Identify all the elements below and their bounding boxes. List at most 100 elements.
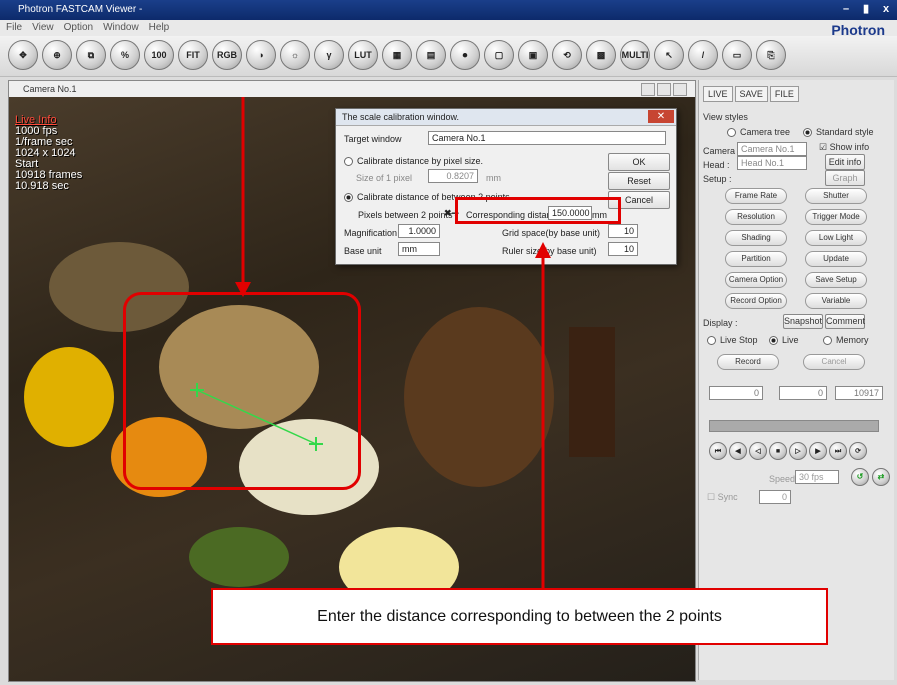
record-cancel-button[interactable]: Cancel	[803, 354, 865, 370]
multi-lock-button[interactable]: MULTI	[620, 40, 650, 70]
viewer-minimize-button[interactable]	[641, 83, 655, 96]
memory-radio[interactable]	[823, 336, 832, 346]
edit-info-button[interactable]: Edit info	[825, 154, 865, 170]
percent-button[interactable]: %	[110, 40, 140, 70]
shading-button[interactable]: Shading	[725, 230, 787, 246]
sync-field[interactable]: 0	[759, 490, 791, 504]
standard-style-option[interactable]: Standard style	[803, 127, 874, 138]
option-pixel-size[interactable]: Calibrate distance by pixel size.	[344, 156, 484, 167]
ruler-button[interactable]: ▭	[722, 40, 752, 70]
gamma-button[interactable]: γ	[314, 40, 344, 70]
magnification-field[interactable]: 1.0000	[398, 224, 440, 238]
head-select[interactable]: Head No.1	[737, 156, 807, 170]
menu-window[interactable]: Window	[103, 20, 139, 36]
rgb-button[interactable]: RGB	[212, 40, 242, 70]
save-setup-button[interactable]: Save Setup	[805, 272, 867, 288]
frame-current-field[interactable]: 0	[779, 386, 827, 400]
pen-button[interactable]: /	[688, 40, 718, 70]
size-pixel-field[interactable]: 0.8207	[428, 169, 478, 183]
camera-tree-option[interactable]: Camera tree	[727, 127, 790, 138]
base-unit-select[interactable]: mm	[398, 242, 440, 256]
standard-style-label: Standard style	[816, 127, 874, 137]
comment-button[interactable]: Comment	[825, 314, 865, 329]
repeat-icon[interactable]: ↺	[851, 468, 869, 486]
pixel-size-radio[interactable]	[344, 157, 353, 167]
show-info-checkbox[interactable]: ☑ Show info	[819, 142, 869, 153]
live-stop-radio[interactable]	[707, 336, 716, 346]
frame-rate-button[interactable]: Frame Rate	[725, 188, 787, 204]
skip-start-icon[interactable]: ⏮	[709, 442, 727, 460]
camera-option-button[interactable]: Camera Option	[725, 272, 787, 288]
color-bar-button[interactable]: ▦	[382, 40, 412, 70]
camera-tree-radio[interactable]	[727, 128, 736, 138]
grid-space-field[interactable]: 10	[608, 224, 638, 238]
memory-option[interactable]: Memory	[823, 335, 869, 346]
zoom-button[interactable]: ⊕	[42, 40, 72, 70]
tab-file[interactable]: FILE	[769, 86, 799, 102]
ruler-size-field[interactable]: 10	[608, 242, 638, 256]
trigger-mode-button[interactable]: Trigger Mode	[805, 209, 867, 225]
graph-button[interactable]: Graph	[825, 170, 865, 186]
low-light-button[interactable]: Low Light	[805, 230, 867, 246]
shutter-button[interactable]: Shutter	[805, 188, 867, 204]
update-button[interactable]: Update	[805, 251, 867, 267]
maximize-button[interactable]: ▮	[859, 2, 873, 16]
close-button[interactable]: x	[879, 2, 893, 16]
dialog-close-button[interactable]: ✕	[648, 110, 674, 123]
reset-button[interactable]: ▤	[416, 40, 446, 70]
cursor-button[interactable]: ↖	[654, 40, 684, 70]
playback-slider[interactable]	[709, 420, 879, 432]
stop-icon[interactable]: ■	[769, 442, 787, 460]
zoom-100-button[interactable]: 100	[144, 40, 174, 70]
camera-select[interactable]: Camera No.1	[737, 142, 807, 156]
frame-start-field[interactable]: 0	[709, 386, 763, 400]
print-button[interactable]: ⎘	[756, 40, 786, 70]
lut-reset-button[interactable]: LUT	[348, 40, 378, 70]
partition-button[interactable]: Partition	[725, 251, 787, 267]
grid-button[interactable]: ▣	[518, 40, 548, 70]
standard-style-radio[interactable]	[803, 128, 812, 138]
frame-button[interactable]: ▢	[484, 40, 514, 70]
frame-end-field[interactable]: 10917	[835, 386, 883, 400]
two-points-radio[interactable]	[344, 193, 353, 203]
menu-option[interactable]: Option	[64, 20, 93, 36]
step-forward-icon[interactable]: ▶	[809, 442, 827, 460]
step-back-icon[interactable]: ◀	[729, 442, 747, 460]
viewer-close-button[interactable]	[673, 83, 687, 96]
record-button[interactable]: Record	[717, 354, 779, 370]
tab-save[interactable]: SAVE	[734, 86, 768, 102]
menu-file[interactable]: File	[6, 20, 22, 36]
minimize-button[interactable]: –	[839, 2, 853, 16]
panel-tabs: LIVE SAVE FILE	[703, 86, 799, 102]
rotate-button[interactable]: ⟲	[552, 40, 582, 70]
live-radio[interactable]	[769, 336, 778, 346]
sync-checkbox[interactable]: ☐ Sync	[707, 492, 738, 503]
skip-end-icon[interactable]: ⏭	[829, 442, 847, 460]
pattern-button[interactable]: ▩	[586, 40, 616, 70]
loop-icon[interactable]: ⟳	[849, 442, 867, 460]
contrast-button[interactable]: ◑	[246, 40, 276, 70]
live-option[interactable]: Live	[769, 335, 799, 346]
option-pixel-size-label: Calibrate distance by pixel size.	[357, 156, 484, 166]
reset-button[interactable]: Reset	[608, 172, 670, 190]
record-option-button[interactable]: Record Option	[725, 293, 787, 309]
record-tool-button[interactable]: ⏺	[450, 40, 480, 70]
copy-button[interactable]: ⧉	[76, 40, 106, 70]
snapshot-button[interactable]: Snapshot	[783, 314, 823, 329]
play-icon[interactable]: ▷	[789, 442, 807, 460]
tab-live[interactable]: LIVE	[703, 86, 733, 102]
viewer-restore-button[interactable]	[657, 83, 671, 96]
fit-button[interactable]: FIT	[178, 40, 208, 70]
live-stop-option[interactable]: Live Stop	[707, 335, 758, 346]
brightness-button[interactable]: ☼	[280, 40, 310, 70]
display-label: Display :	[703, 318, 738, 328]
reverse-play-icon[interactable]: ◁	[749, 442, 767, 460]
bounce-icon[interactable]: ⇄	[872, 468, 890, 486]
speed-select[interactable]: 30 fps	[795, 470, 839, 484]
menu-help[interactable]: Help	[149, 20, 170, 36]
menu-view[interactable]: View	[32, 20, 54, 36]
resolution-button[interactable]: Resolution	[725, 209, 787, 225]
move-tool-button[interactable]: ✥	[8, 40, 38, 70]
variable-button[interactable]: Variable	[805, 293, 867, 309]
ok-button[interactable]: OK	[608, 153, 670, 171]
